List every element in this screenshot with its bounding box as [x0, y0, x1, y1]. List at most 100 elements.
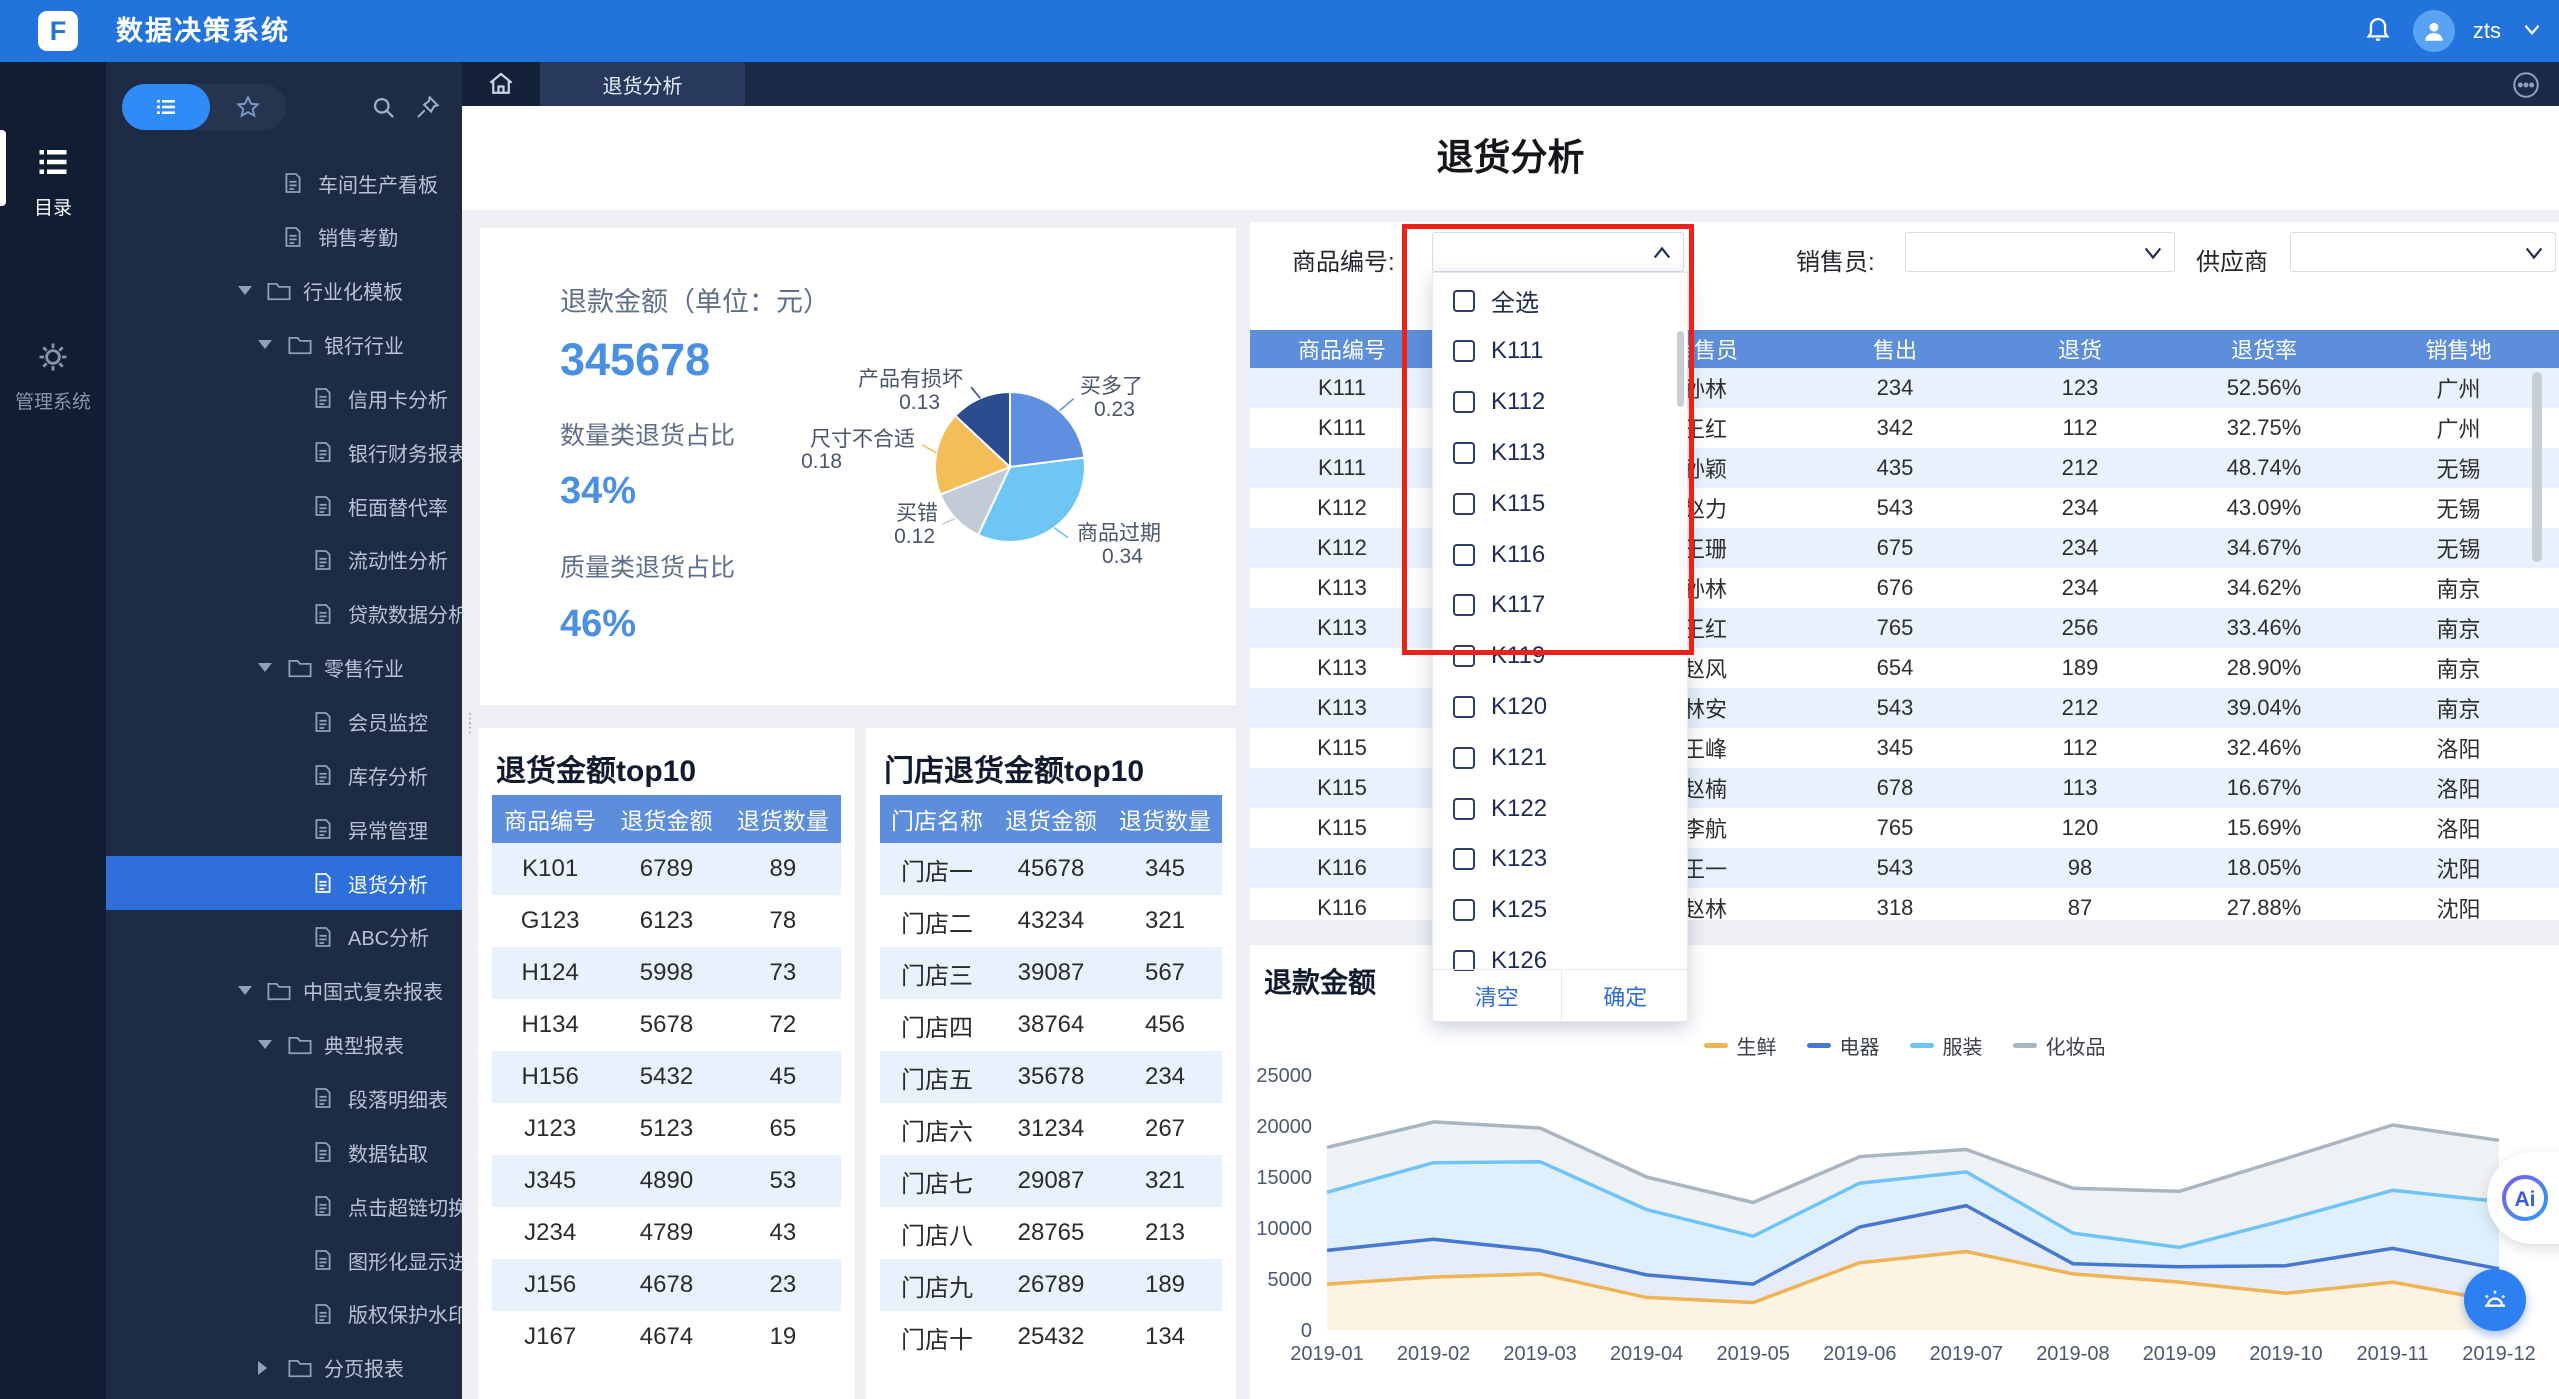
sidebar-item-13[interactable]: 异常管理: [106, 802, 462, 856]
favorites-view-button[interactable]: [210, 84, 286, 130]
expand-arrow-icon[interactable]: [238, 986, 252, 996]
dropdown-option-K119[interactable]: K119: [1433, 631, 1689, 682]
expand-arrow-icon[interactable]: [258, 340, 272, 350]
return-reason-pie-chart[interactable]: 买多了0.23 商品过期0.34 买错0.12 尺寸不合适0.18 产品有损坏0.13: [480, 228, 1236, 705]
sidebar-item-18[interactable]: 段落明细表: [106, 1071, 462, 1125]
table-row[interactable]: J345 4890 53: [492, 1155, 841, 1207]
checkbox-icon[interactable]: [1453, 441, 1475, 464]
checkbox-icon[interactable]: [1453, 645, 1475, 668]
table-row[interactable]: G123 6123 78: [492, 895, 841, 947]
bell-icon[interactable]: [2361, 12, 2395, 51]
table-row[interactable]: 门店四 38764 456: [880, 999, 1222, 1051]
checkbox-icon[interactable]: [1453, 340, 1475, 363]
sidebar-item-23[interactable]: 分页报表: [106, 1341, 462, 1395]
table-row[interactable]: 门店二 43234 321: [880, 895, 1222, 947]
table-scrollbar[interactable]: [2532, 372, 2542, 562]
checkbox-icon[interactable]: [1453, 746, 1475, 769]
sidebar-item-11[interactable]: 会员监控: [106, 695, 462, 749]
dropdown-option-select-all[interactable]: 全选: [1433, 275, 1689, 326]
table-row[interactable]: H134 5678 72: [492, 999, 841, 1051]
checkbox-icon[interactable]: [1453, 695, 1475, 718]
checkbox-icon[interactable]: [1453, 492, 1475, 515]
dropdown-clear-button[interactable]: 清空: [1433, 970, 1561, 1021]
dropdown-option-K113[interactable]: K113: [1433, 427, 1689, 478]
sidebar-item-10[interactable]: 零售行业: [106, 641, 462, 695]
checkbox-icon[interactable]: [1453, 594, 1475, 617]
dropdown-option-K122[interactable]: K122: [1433, 783, 1689, 834]
table-row[interactable]: J167 4674 19: [492, 1311, 841, 1363]
checkbox-icon[interactable]: [1453, 899, 1475, 922]
table-row[interactable]: H124 5998 73: [492, 947, 841, 999]
table-row[interactable]: 门店九 26789 189: [880, 1259, 1222, 1311]
collapse-arrow-icon[interactable]: [258, 1360, 267, 1375]
expand-arrow-icon[interactable]: [258, 1040, 272, 1050]
user-avatar[interactable]: [2412, 10, 2455, 52]
dropdown-option-K117[interactable]: K117: [1433, 580, 1689, 631]
sidebar-item-17[interactable]: 典型报表: [106, 1018, 462, 1072]
rail-item-admin[interactable]: 管理系统: [0, 340, 106, 414]
dropdown-scrollbar[interactable]: [1677, 331, 1684, 407]
salesperson-select[interactable]: [1905, 232, 2175, 272]
dropdown-option-K120[interactable]: K120: [1433, 681, 1689, 732]
column-header[interactable]: 退货: [2000, 330, 2160, 368]
dropdown-option-K126[interactable]: K126: [1433, 935, 1689, 971]
tree-view-button[interactable]: [122, 84, 210, 130]
table-row[interactable]: 门店一 45678 345: [880, 843, 1222, 895]
checkbox-icon[interactable]: [1453, 543, 1475, 566]
table-row[interactable]: 门店三 39087 567: [880, 947, 1222, 999]
app-logo[interactable]: F: [38, 11, 78, 51]
legend-item-电器[interactable]: 电器: [1806, 1031, 1880, 1060]
sidebar-item-22[interactable]: 版权保护水印: [106, 1287, 462, 1341]
checkbox-icon[interactable]: [1453, 391, 1475, 414]
home-tab[interactable]: [462, 62, 540, 106]
table-row[interactable]: J234 4789 43: [492, 1207, 841, 1259]
column-header[interactable]: 商品编号: [1250, 330, 1434, 368]
sidebar-item-5[interactable]: 信用卡分析: [106, 371, 462, 425]
table-row[interactable]: 门店七 29087 321: [880, 1155, 1222, 1207]
sidebar-item-8[interactable]: 流动性分析: [106, 533, 462, 587]
table-row[interactable]: H156 5432 45: [492, 1051, 841, 1103]
sidebar-item-15[interactable]: ABC分析: [106, 910, 462, 964]
checkbox-icon[interactable]: [1453, 848, 1475, 871]
sidebar-item-9[interactable]: 贷款数据分析: [106, 587, 462, 641]
dropdown-option-K125[interactable]: K125: [1433, 885, 1689, 936]
expand-arrow-icon[interactable]: [258, 663, 272, 673]
dropdown-option-K121[interactable]: K121: [1433, 732, 1689, 783]
sidebar-item-3[interactable]: 行业化模板: [106, 264, 462, 318]
dropdown-option-K111[interactable]: K111: [1433, 326, 1689, 377]
sidebar-item-21[interactable]: 图形化显示进度条: [106, 1233, 462, 1287]
dropdown-option-K112[interactable]: K112: [1433, 377, 1689, 428]
table-row[interactable]: 门店十 25432 134: [880, 1311, 1222, 1363]
checkbox-icon[interactable]: [1453, 949, 1475, 971]
table-row[interactable]: 门店六 31234 267: [880, 1103, 1222, 1155]
sidebar-item-4[interactable]: 银行行业: [106, 318, 462, 372]
checkbox-icon[interactable]: [1453, 289, 1475, 312]
column-header[interactable]: 退货率: [2160, 330, 2368, 368]
rail-item-catalog[interactable]: 目录: [0, 144, 106, 220]
legend-item-生鲜[interactable]: 生鲜: [1703, 1031, 1777, 1060]
dropdown-option-K123[interactable]: K123: [1433, 834, 1689, 885]
sidebar-item-1[interactable]: 车间生产看板: [106, 156, 462, 210]
dropdown-confirm-button[interactable]: 确定: [1560, 970, 1690, 1021]
supplier-select[interactable]: [2290, 232, 2556, 272]
table-row[interactable]: 门店八 28765 213: [880, 1207, 1222, 1259]
legend-item-化妆品[interactable]: 化妆品: [2012, 1031, 2106, 1060]
user-chevron-down-icon[interactable]: [2519, 16, 2545, 47]
table-row[interactable]: 门店五 35678 234: [880, 1051, 1222, 1103]
sidebar-item-12[interactable]: 库存分析: [106, 748, 462, 802]
sidebar-item-20[interactable]: 点击超链切换sheet: [106, 1179, 462, 1233]
dropdown-option-K115[interactable]: K115: [1433, 478, 1689, 529]
expand-arrow-icon[interactable]: [238, 286, 252, 296]
checkbox-icon[interactable]: [1453, 797, 1475, 820]
sidebar-search-icon[interactable]: [370, 94, 397, 126]
legend-item-服装[interactable]: 服装: [1909, 1031, 1983, 1060]
sidebar-pin-icon[interactable]: [414, 94, 441, 126]
column-header[interactable]: 销售地: [2368, 330, 2549, 368]
sidebar-item-6[interactable]: 银行财务报表: [106, 425, 462, 479]
sidebar-item-19[interactable]: 数据钻取: [106, 1125, 462, 1179]
table-row[interactable]: J156 4678 23: [492, 1259, 841, 1311]
product-code-select[interactable]: [1432, 232, 1684, 272]
tab-return-analysis[interactable]: 退货分析: [540, 62, 745, 106]
refund-area-chart[interactable]: 0 5000 10000 15000 20000 25000 2019-01 2019-02 2…: [1250, 1060, 2559, 1399]
sidebar-item-7[interactable]: 柜面替代率: [106, 479, 462, 533]
